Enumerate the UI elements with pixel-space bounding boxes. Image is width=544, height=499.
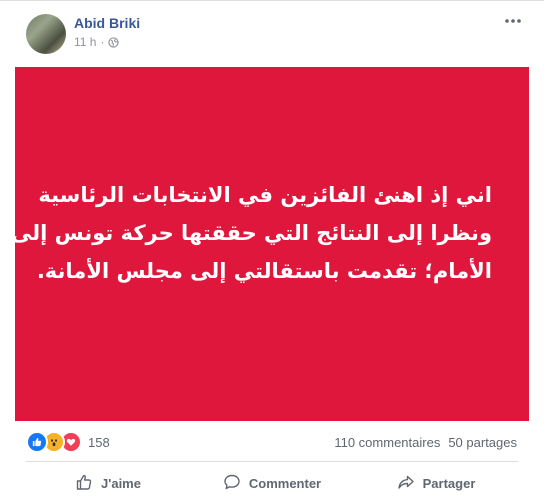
meta-separator: · [100, 35, 105, 49]
post-stats: 110 commentaires 50 partages [334, 435, 517, 450]
share-button[interactable]: Partager [354, 467, 518, 499]
post-text-line-1: اني إذ اهنئ الفائزين في الانتخابات الرئا… [38, 183, 492, 207]
post-text-line-3: الأمام؛ تقدمت باستقالتي إلى مجلس الأمانة… [36, 259, 492, 283]
like-reaction-icon [26, 431, 48, 453]
like-button[interactable]: J'aime [26, 467, 190, 499]
comment-bubble-icon [223, 473, 241, 494]
reactions-count: 158 [88, 434, 110, 450]
comment-button[interactable]: Commenter [190, 467, 354, 499]
reactions-summary[interactable]: 158 [26, 431, 110, 453]
comment-button-label: Commenter [248, 475, 322, 491]
comments-count-link[interactable]: 110 commentaires [334, 435, 440, 450]
post-text: اني إذ اهنئ الفائزين في الانتخابات الرئا… [11, 176, 492, 290]
post-text-line-2: ونظرا إلى النتائج التي حققتها حركة تونس … [11, 221, 492, 245]
post-time[interactable]: 11 h [74, 35, 96, 49]
share-arrow-icon [397, 473, 415, 494]
author-name[interactable]: Abid Briki [74, 15, 140, 31]
like-button-label: J'aime [101, 475, 141, 491]
action-bar: J'aime Commenter Partager [26, 467, 518, 499]
share-button-label: Partager [422, 475, 476, 491]
author-avatar[interactable] [26, 14, 66, 54]
post-image[interactable]: اني إذ اهنئ الفائزين في الانتخابات الرئا… [11, 67, 529, 421]
more-horizontal-icon[interactable] [503, 11, 523, 31]
post-meta: 11 h · [74, 35, 120, 49]
post-card: Abid Briki 11 h · اني إذ اهنئ الفائزين ف… [0, 0, 544, 499]
divider [26, 461, 518, 462]
thumbs-up-icon [75, 473, 93, 494]
globe-icon[interactable] [108, 36, 120, 48]
shares-count-link[interactable]: 50 partages [448, 435, 517, 450]
